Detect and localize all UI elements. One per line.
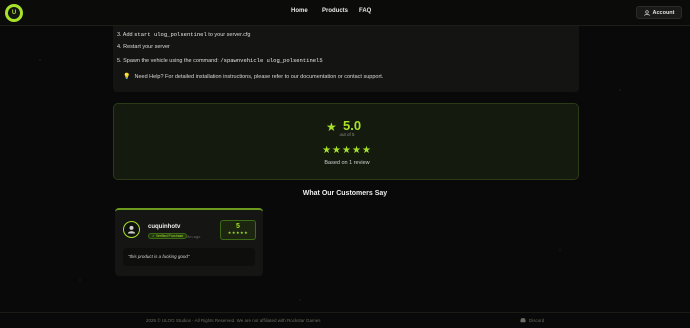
installation-steps-panel: 3. Add start ulog_polsentinel to your se… [113,26,579,92]
nav-faq[interactable]: FAQ [359,8,371,14]
lightbulb-icon: 💡 [123,74,131,80]
code-snippet: start ulog_polsentinel [134,31,207,38]
review-count: Based on 1 review [324,160,370,166]
rating-summary-panel: ★ 5.0 out of 5 ★★★★★ Based on 1 review [113,103,579,180]
code-snippet: /spawnvehicle ulog_polsentinel5 [220,57,323,64]
help-note: 💡 Need Help? For detailed installation i… [123,73,384,81]
avatar [123,221,140,238]
account-button[interactable]: Account [636,6,682,19]
nav-products[interactable]: Products [322,8,348,14]
out-of-label: out of 5 [339,132,355,137]
step-4: 4. Restart your server [117,44,170,50]
nav-home[interactable]: Home [291,8,308,14]
review-time: 5m ago [187,234,201,239]
review-score: 5 [236,223,240,230]
discord-icon [520,318,526,323]
review-stars: ★★★★★ [227,230,249,235]
brand-logo[interactable]: U [5,4,23,22]
discord-link[interactable]: Discord [520,318,544,323]
review-card: cuquinhotv ✓ Verified Purchase 5m ago 5 … [115,208,263,276]
help-text: Need Help? For detailed installation ins… [134,73,384,80]
user-icon [643,9,650,16]
logo-mark: U [8,7,20,19]
average-score: 5.0 [343,118,362,133]
account-label: Account [652,9,675,16]
step-5: 5. Spawn the vehicle using the command: … [117,57,323,64]
footer: 2025 © ULOG Studios - All Rights Reserve… [0,312,690,328]
user-avatar-icon [127,225,136,234]
reviews-section-title: What Our Customers Say [302,190,388,197]
copyright-text: 2025 © ULOG Studios - All Rights Reserve… [146,318,321,323]
review-text: "this product is a fucking good" [123,248,255,266]
review-score-box: 5 ★★★★★ [220,220,256,240]
step-3: 3. Add start ulog_polsentinel to your se… [117,31,251,38]
discord-label: Discord [529,318,545,323]
reviewer-name: cuquinhotv [148,224,181,230]
rating-stars: ★★★★★ [322,145,372,156]
verified-purchase-badge: ✓ Verified Purchase [148,233,188,239]
top-navbar: U Home Products FAQ Account [0,0,690,26]
